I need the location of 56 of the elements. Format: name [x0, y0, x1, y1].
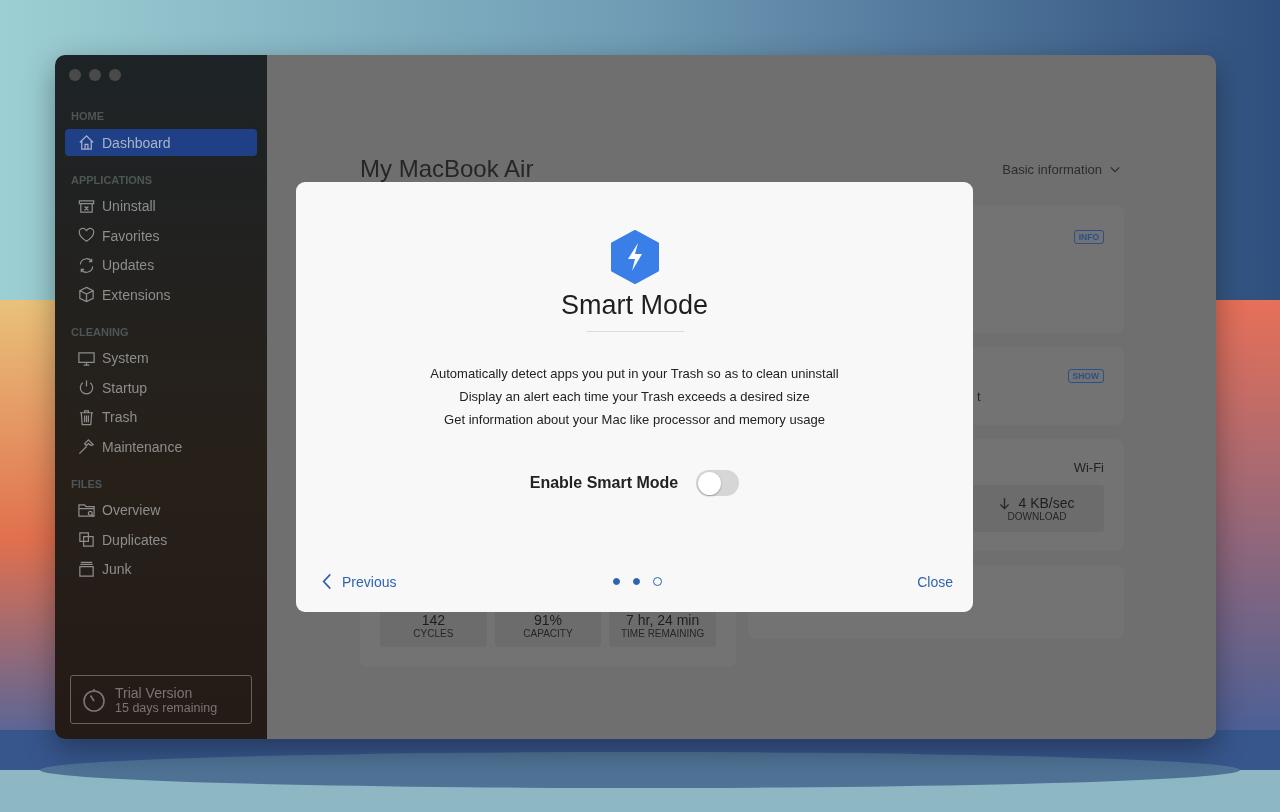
section-heading: CLEANING: [70, 324, 130, 340]
sidebar-item[interactable]: Junk: [65, 555, 257, 583]
sidebar-item[interactable]: System: [65, 344, 257, 372]
sidebar-item[interactable]: Trash: [65, 403, 257, 431]
smart-mode-toggle[interactable]: [696, 470, 740, 496]
trial-title: Trial Version: [115, 684, 194, 701]
zoom-window-button[interactable]: [109, 69, 121, 81]
sidebar-item[interactable]: Uninstall: [65, 192, 257, 220]
house-icon: [77, 133, 96, 152]
trial-subtitle: 15 days remaining: [115, 700, 218, 715]
feature-description: Automatically detect apps you put in your Trash so as to clean uninstall: [430, 366, 839, 382]
stat-value: 142: [421, 612, 445, 628]
chevron-down-icon: [1110, 165, 1120, 173]
power-icon: [77, 378, 96, 397]
feature-description: Display an alert each time your Trash exceeds a desired size: [459, 389, 810, 405]
trial-version-button[interactable]: Trial Version 15 days remaining: [70, 675, 252, 724]
close-button[interactable]: Close: [763, 573, 953, 590]
stat-label: CAPACITY: [523, 628, 573, 639]
stat-value: 91%: [533, 612, 562, 628]
sidebar-item[interactable]: Updates: [65, 251, 257, 279]
cube-icon: [77, 285, 96, 304]
minimize-window-button[interactable]: [89, 69, 101, 81]
page-indicator-dot[interactable]: [613, 578, 620, 585]
duplicate-icon: [77, 530, 96, 549]
sidebar-item[interactable]: Dashboard: [65, 129, 257, 156]
sidebar-item[interactable]: Overview: [65, 496, 257, 524]
sidebar-item[interactable]: Duplicates: [65, 526, 257, 553]
view-menu[interactable]: Basic information: [1002, 161, 1124, 177]
sidebar-item[interactable]: Extensions: [65, 281, 257, 308]
download-speed: 4 KB/sec: [1018, 495, 1075, 511]
arrow-down-icon: [999, 496, 1011, 510]
section-heading: FILES: [70, 476, 104, 492]
stat-label: CYCLES: [413, 628, 454, 639]
stat-value: 7 hr, 24 min: [626, 612, 700, 628]
page-indicator-dot[interactable]: [633, 578, 640, 585]
sidebar-item[interactable]: Favorites: [65, 222, 257, 249]
page-title: My MacBook Air: [360, 155, 534, 183]
close-window-button[interactable]: [69, 69, 81, 81]
download-label: DOWNLOAD: [1007, 511, 1067, 522]
sidebar-item[interactable]: Maintenance: [65, 433, 257, 460]
chevron-left-icon: [322, 573, 332, 590]
connection-type: Wi-Fi: [1073, 460, 1104, 475]
dialog-title: Smart Mode: [560, 290, 709, 321]
lightning-hexagon-icon: [609, 230, 660, 284]
stat-label: TIME REMAINING: [621, 628, 705, 639]
previous-button[interactable]: Previous: [322, 573, 422, 590]
card-text: t: [977, 389, 981, 404]
feature-description: Get information about your Mac like processor and memory usage: [444, 412, 825, 428]
trash-icon: [77, 407, 96, 427]
sidebar-item[interactable]: Startup: [65, 374, 257, 401]
timer-icon: [81, 686, 107, 713]
toggle-label: Enable Smart Mode: [529, 474, 679, 492]
heart-icon: [77, 226, 96, 245]
refresh-icon: [77, 255, 96, 275]
box-icon: [77, 559, 96, 579]
hammer-icon: [77, 437, 96, 456]
